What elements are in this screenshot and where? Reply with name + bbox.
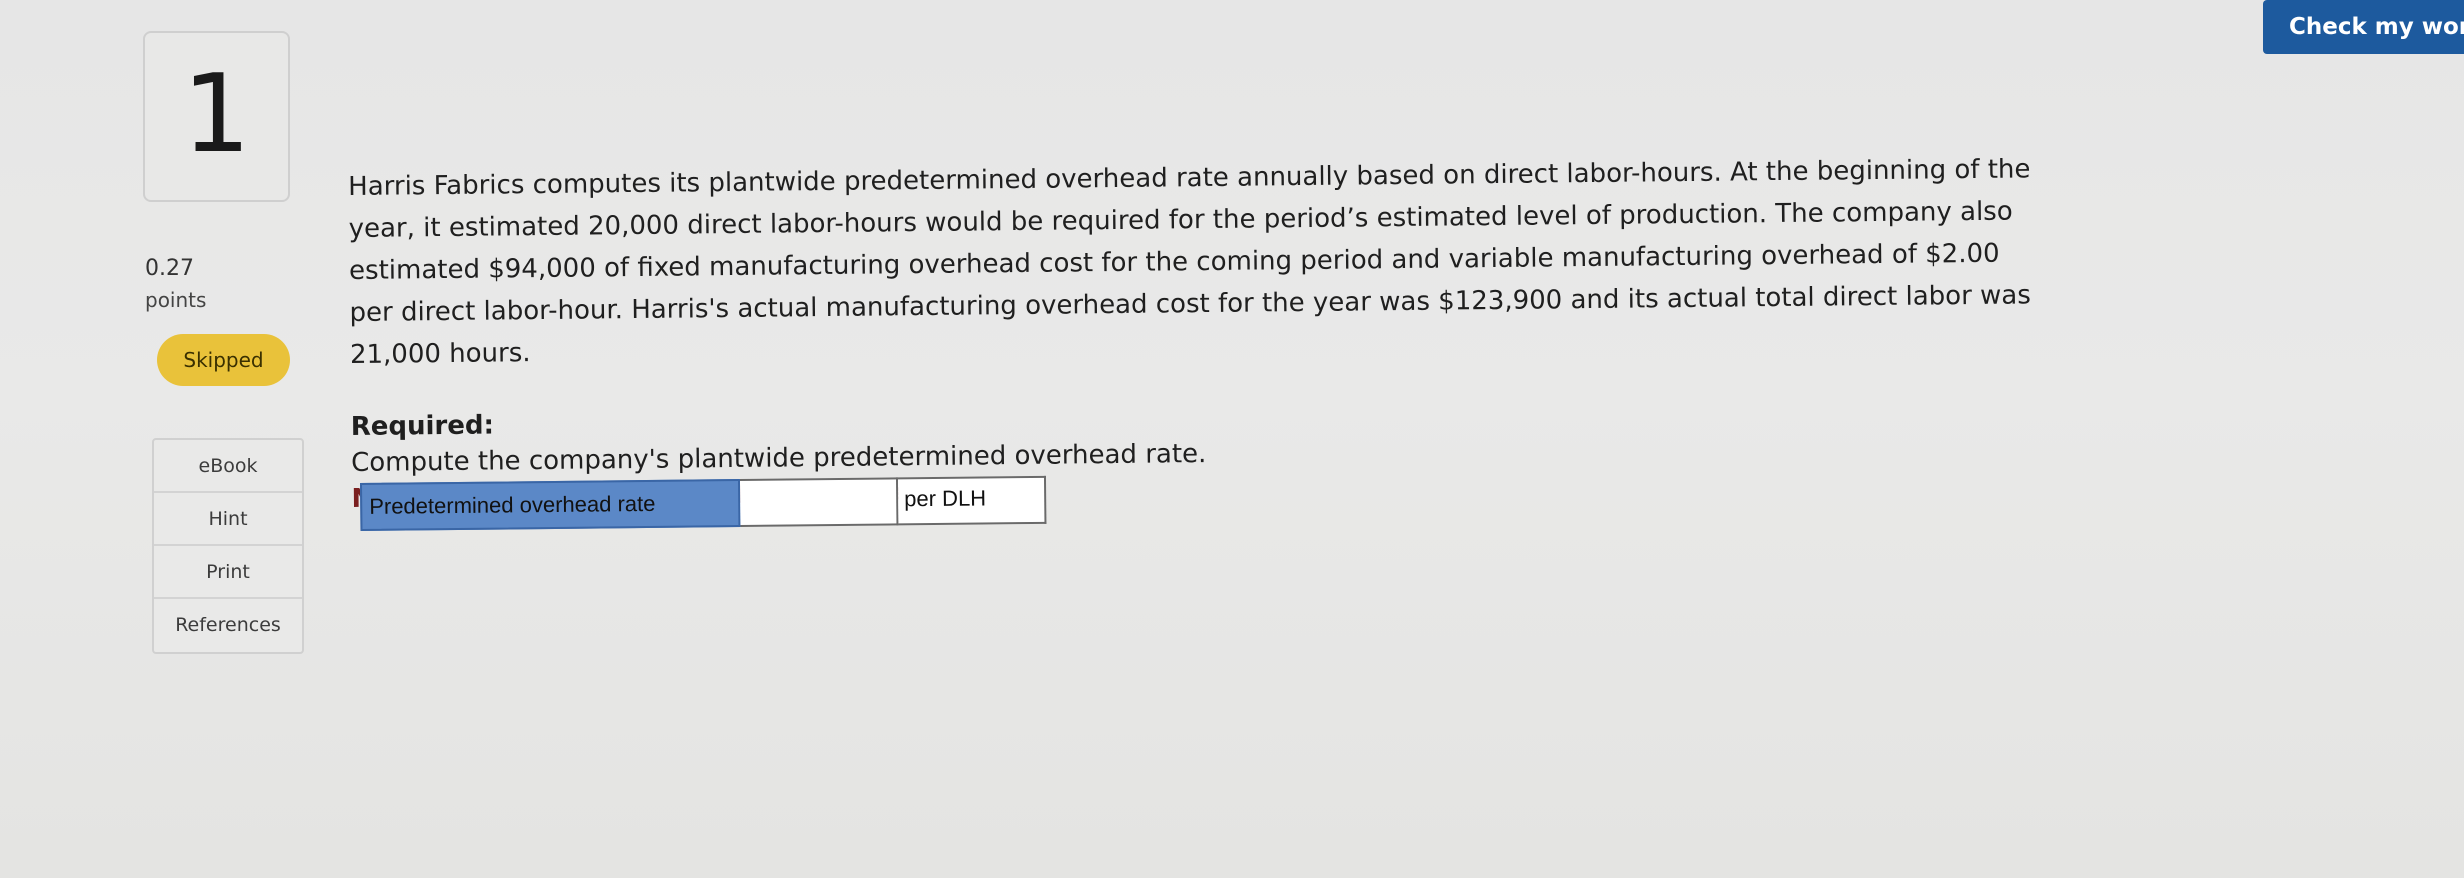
question-text: Harris Fabrics computes its plantwide pr… [348, 154, 2031, 370]
overhead-rate-input[interactable] [739, 477, 899, 528]
check-my-work-button[interactable]: Check my work [2263, 0, 2464, 54]
points-value: 0.27 [145, 256, 194, 281]
answer-unit: per DLH [897, 475, 1047, 526]
question-body: Harris Fabrics computes its plantwide pr… [348, 148, 2052, 520]
answer-row: Predetermined overhead rate per DLH [360, 475, 1047, 531]
points-label: points [145, 288, 207, 312]
print-button[interactable]: Print [154, 546, 302, 599]
ebook-button[interactable]: eBook [154, 440, 302, 493]
question-number-box: 1 [143, 31, 290, 202]
hint-button[interactable]: Hint [154, 493, 302, 546]
skipped-status-badge: Skipped [157, 334, 290, 386]
references-button[interactable]: References [154, 599, 302, 652]
question-number: 1 [182, 52, 251, 177]
question-tools-panel: eBook Hint Print References [152, 438, 304, 654]
answer-label: Predetermined overhead rate [360, 479, 741, 531]
